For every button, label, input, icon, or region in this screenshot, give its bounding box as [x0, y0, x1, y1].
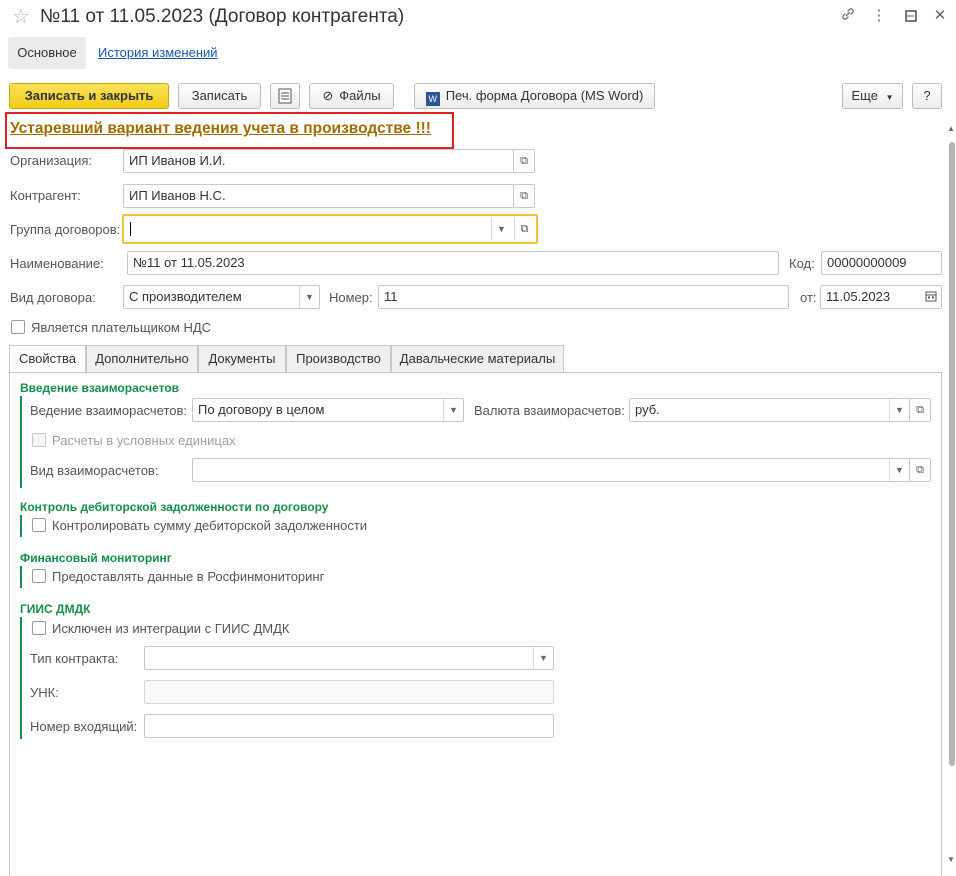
close-icon[interactable]: ✕ — [930, 6, 950, 26]
warning-text[interactable]: Устаревший вариант ведения учета в произ… — [10, 120, 431, 138]
more-options-icon[interactable]: ⋮ — [869, 6, 889, 26]
giis-group-title: ГИИС ДМДК — [20, 602, 91, 616]
settlements-mode-dropdown-icon[interactable]: ▼ — [443, 399, 463, 421]
currency-value: руб. — [635, 402, 660, 417]
contract-kind-select[interactable]: ▼ — [144, 646, 554, 670]
organization-field[interactable]: ИП Иванов И.И. — [123, 149, 514, 173]
settlements-group-title: Введение взаиморасчетов — [20, 381, 180, 395]
receivables-check-label: Контролировать сумму дебиторской задолже… — [52, 518, 368, 533]
date-field[interactable]: 11.05.2023 — [820, 285, 942, 309]
code-label: Код: — [789, 256, 815, 271]
contract-type-dropdown-icon[interactable]: ▼ — [299, 286, 319, 308]
text-cursor — [130, 222, 131, 236]
contract-kind-dropdown-icon[interactable]: ▼ — [533, 647, 553, 669]
contract-type-label: Вид договора: — [10, 290, 96, 305]
more-button[interactable]: Еще ▼ — [842, 83, 903, 109]
help-button[interactable]: ? — [912, 83, 942, 109]
settlements-group-bar — [20, 396, 22, 488]
date-label: от: — [800, 290, 817, 305]
paperclip-icon: ⊘ — [322, 88, 334, 103]
scroll-down-icon[interactable]: ▼ — [947, 855, 955, 864]
counterparty-label: Контрагент: — [10, 188, 81, 203]
conventional-units-checkbox[interactable] — [32, 433, 46, 447]
currency-dropdown-icon[interactable]: ▼ — [889, 399, 909, 421]
tab-production[interactable]: Производство — [286, 345, 391, 373]
currency-select[interactable]: руб. ▼ — [629, 398, 910, 422]
tab-additional[interactable]: Дополнительно — [86, 345, 198, 373]
print-form-button[interactable]: W Печ. форма Договора (MS Word) — [414, 83, 655, 109]
counterparty-field[interactable]: ИП Иванов Н.С. — [123, 184, 514, 208]
unk-label: УНК: — [30, 685, 59, 700]
print-form-label: Печ. форма Договора (MS Word) — [445, 88, 644, 103]
tab-properties[interactable]: Свойства — [9, 345, 86, 374]
giis-excluded-checkbox[interactable] — [32, 621, 46, 635]
organization-label: Организация: — [10, 153, 93, 168]
open-contract-group-icon[interactable]: ⧉ — [514, 218, 534, 240]
save-button[interactable]: Записать — [178, 83, 261, 109]
structure-button[interactable] — [270, 83, 300, 109]
contract-type-select[interactable]: С производителем ▼ — [123, 285, 320, 309]
currency-label: Валюта взаиморасчетов: — [474, 403, 625, 418]
settlement-kind-label: Вид взаиморасчетов: — [30, 463, 159, 478]
tab-documents[interactable]: Документы — [198, 345, 286, 373]
contract-group-field[interactable]: ▼ ⧉ — [122, 214, 538, 244]
settlements-mode-value: По договору в целом — [198, 402, 325, 417]
incoming-number-field[interactable] — [144, 714, 554, 738]
vat-payer-checkbox[interactable] — [11, 320, 25, 334]
settlements-mode-label: Ведение взаиморасчетов: — [30, 403, 188, 418]
tab-main[interactable]: Основное — [8, 37, 86, 69]
history-link[interactable]: История изменений — [98, 37, 218, 69]
finmon-group-bar — [20, 566, 22, 588]
contract-group-dropdown-icon[interactable]: ▼ — [491, 218, 511, 240]
more-label: Еще — [851, 88, 878, 103]
unk-field[interactable] — [144, 680, 554, 704]
document-structure-icon — [277, 88, 293, 107]
receivables-group-title: Контроль дебиторской задолженности по до… — [20, 500, 329, 514]
code-field[interactable]: 00000000009 — [821, 251, 942, 275]
giis-group-bar — [20, 617, 22, 739]
receivables-checkbox[interactable] — [32, 518, 46, 532]
contract-type-value: С производителем — [129, 289, 242, 304]
scrollbar-thumb[interactable] — [949, 142, 955, 766]
name-label: Наименование: — [10, 256, 104, 271]
name-field[interactable]: №11 от 11.05.2023 — [127, 251, 779, 275]
date-value: 11.05.2023 — [826, 289, 891, 304]
link-icon[interactable] — [838, 6, 858, 26]
chevron-down-icon: ▼ — [885, 93, 894, 102]
finmon-check-label: Предоставлять данные в Росфинмониторинг — [52, 569, 325, 584]
settlements-mode-select[interactable]: По договору в целом ▼ — [192, 398, 464, 422]
scroll-up-icon[interactable]: ▲ — [947, 124, 955, 133]
open-settlement-kind-icon[interactable]: ⧉ — [909, 458, 931, 482]
settlement-kind-select[interactable]: ▼ — [192, 458, 910, 482]
receivables-group-bar — [20, 515, 22, 537]
finmon-checkbox[interactable] — [32, 569, 46, 583]
files-button[interactable]: ⊘ Файлы — [309, 83, 394, 109]
incoming-number-label: Номер входящий: — [30, 719, 138, 734]
vat-payer-label: Является плательщиком НДС — [31, 320, 212, 335]
contract-kind-label: Тип контракта: — [30, 651, 119, 666]
favorite-star-icon[interactable]: ☆ — [12, 5, 30, 29]
word-icon: W — [425, 92, 440, 106]
settlement-kind-dropdown-icon[interactable]: ▼ — [889, 459, 909, 481]
number-label: Номер: — [329, 290, 373, 305]
save-and-close-button[interactable]: Записать и закрыть — [9, 83, 169, 109]
finmon-group-title: Финансовый мониторинг — [20, 551, 172, 565]
open-organization-icon[interactable]: ⧉ — [513, 149, 535, 173]
contract-group-label: Группа договоров: — [10, 222, 121, 237]
files-button-label: Файлы — [339, 88, 381, 103]
open-currency-icon[interactable]: ⧉ — [909, 398, 931, 422]
conventional-units-label: Расчеты в условных единицах — [52, 433, 236, 448]
calendar-icon[interactable] — [921, 286, 941, 308]
number-field[interactable]: 11 — [378, 285, 789, 309]
tab-tolling-materials[interactable]: Давальческие материалы — [391, 345, 564, 373]
window-title: №11 от 11.05.2023 (Договор контрагента) — [40, 6, 405, 27]
open-counterparty-icon[interactable]: ⧉ — [513, 184, 535, 208]
maximize-icon[interactable] — [901, 6, 921, 26]
giis-excluded-label: Исключен из интеграции с ГИИС ДМДК — [52, 621, 290, 636]
